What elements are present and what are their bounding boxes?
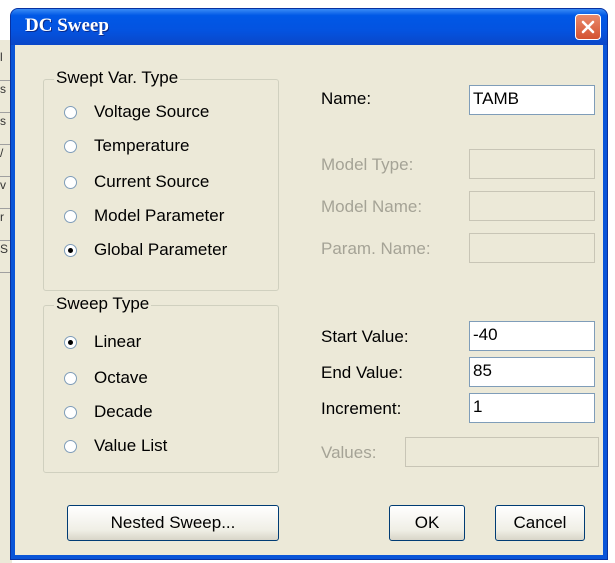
model-type-label: Model Type: bbox=[321, 155, 414, 174]
radio-indicator-selected[interactable] bbox=[64, 336, 77, 349]
radio-indicator[interactable] bbox=[64, 210, 77, 223]
swept-var-type-group: Swept Var. Type Voltage Source Temperatu… bbox=[43, 68, 279, 291]
sweep-type-legend: Sweep Type bbox=[54, 294, 152, 314]
title-bar[interactable]: DC Sweep bbox=[11, 9, 607, 45]
model-name-input bbox=[469, 191, 595, 221]
radio-label: Global Parameter bbox=[94, 240, 228, 259]
swept-var-type-legend: Swept Var. Type bbox=[54, 68, 181, 88]
radio-indicator[interactable] bbox=[64, 176, 77, 189]
radio-label: Value List bbox=[94, 436, 168, 455]
radio-indicator[interactable] bbox=[64, 440, 77, 453]
param-name-label: Param. Name: bbox=[321, 239, 431, 258]
dialog-title: DC Sweep bbox=[25, 15, 109, 36]
radio-indicator[interactable] bbox=[64, 106, 77, 119]
nested-sweep-button[interactable]: Nested Sweep... bbox=[67, 505, 279, 541]
start-value-input[interactable]: -40 bbox=[469, 321, 595, 351]
end-value-label: End Value: bbox=[321, 363, 403, 382]
radio-indicator[interactable] bbox=[64, 372, 77, 385]
param-name-input bbox=[469, 233, 595, 263]
model-type-input bbox=[469, 149, 595, 179]
values-label: Values: bbox=[321, 443, 377, 462]
radio-label: Voltage Source bbox=[94, 102, 210, 121]
ok-button[interactable]: OK bbox=[389, 505, 465, 541]
radio-label: Linear bbox=[94, 332, 142, 351]
radio-label: Octave bbox=[94, 368, 148, 387]
model-name-label: Model Name: bbox=[321, 197, 423, 216]
values-input bbox=[405, 437, 599, 467]
increment-input[interactable]: 1 bbox=[469, 393, 595, 423]
dialog-client-area: Swept Var. Type Voltage Source Temperatu… bbox=[15, 45, 603, 555]
dc-sweep-dialog: DC Sweep Swept Var. Type Voltage Source … bbox=[10, 8, 608, 560]
close-button[interactable] bbox=[575, 14, 601, 40]
cancel-button[interactable]: Cancel bbox=[495, 505, 585, 541]
end-value-input[interactable]: 85 bbox=[469, 357, 595, 387]
name-input[interactable]: TAMB bbox=[469, 85, 595, 115]
sweep-type-group: Sweep Type Linear Octave Decade Value Li… bbox=[43, 294, 279, 473]
radio-label: Temperature bbox=[94, 136, 190, 155]
increment-label: Increment: bbox=[321, 399, 402, 418]
radio-indicator-selected[interactable] bbox=[64, 244, 77, 257]
name-label: Name: bbox=[321, 89, 372, 108]
start-value-label: Start Value: bbox=[321, 327, 409, 346]
radio-label: Model Parameter bbox=[94, 206, 225, 225]
radio-indicator[interactable] bbox=[64, 406, 77, 419]
radio-label: Decade bbox=[94, 402, 153, 421]
radio-label: Current Source bbox=[94, 172, 210, 191]
radio-indicator[interactable] bbox=[64, 140, 77, 153]
close-icon bbox=[581, 20, 595, 34]
